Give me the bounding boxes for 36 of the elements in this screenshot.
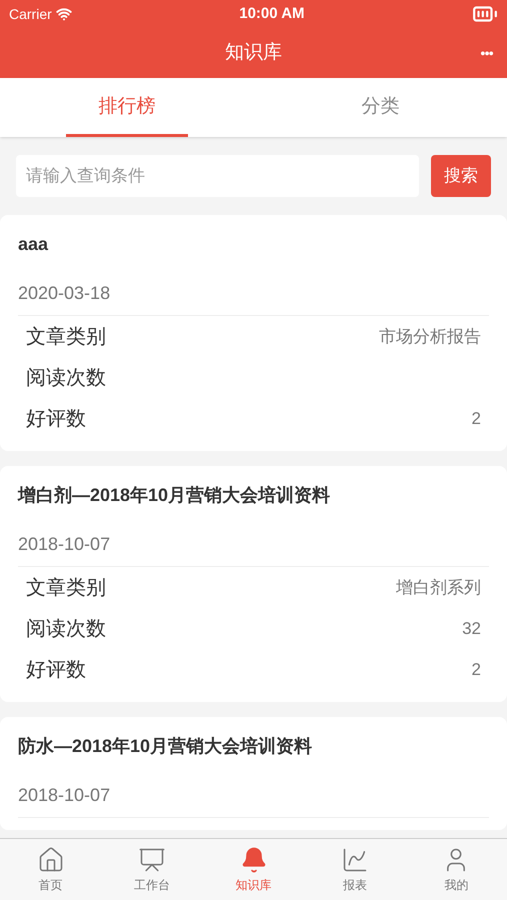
row-label: 阅读次数: [26, 616, 106, 642]
row-label: 文章类别: [26, 576, 106, 600]
tab-bar-item[interactable]: 知识库: [202, 839, 304, 900]
bell-icon: [240, 846, 268, 874]
page-title: 知识库: [225, 40, 282, 65]
more-button[interactable]: •••: [480, 42, 493, 64]
article-title: 防水—2018年10月营销大会培训资料: [18, 735, 314, 758]
search-button[interactable]: 搜索: [431, 155, 491, 197]
tab-bar-item[interactable]: 报表: [304, 839, 406, 900]
tab[interactable]: 排行榜: [0, 78, 254, 137]
article-title: 增白剂—2018年10月营销大会培训资料: [18, 484, 332, 507]
row-label: 好评数: [26, 406, 86, 432]
article-title: aaa: [18, 233, 50, 256]
article-date: 2018-10-07: [18, 531, 489, 567]
row-value: 2: [472, 658, 481, 681]
clock: 10:00 AM: [239, 4, 305, 24]
tab[interactable]: 分类: [254, 78, 507, 137]
tab-bar-item[interactable]: 首页: [0, 839, 102, 900]
tab-bar-item[interactable]: 工作台: [101, 839, 203, 900]
search-field[interactable]: 请输入查询条件: [16, 155, 419, 197]
row-value: 增白剂系列: [396, 576, 481, 599]
row-value: 2: [472, 408, 481, 430]
wifi-icon: [56, 6, 72, 22]
row-value: 32: [462, 618, 481, 640]
row-label: 文章类别: [26, 324, 106, 350]
article-card[interactable]: 防水—2018年10月营销大会培训资料 2018-10-07: [0, 717, 507, 830]
row-label: 好评数: [26, 658, 86, 682]
carrier-label: Carrier: [9, 4, 52, 24]
article-date: 2018-10-07: [18, 782, 489, 818]
article-card[interactable]: 增白剂—2018年10月营销大会培训资料 2018-10-07 文章类别 增白剂系列 阅读次数 32 好评数 2: [0, 466, 507, 702]
row-label: 阅读次数: [26, 366, 106, 390]
home-icon: [36, 846, 65, 874]
tab-bar-item[interactable]: 我的: [406, 839, 507, 900]
article-card[interactable]: aaa 2020-03-18 文章类别 市场分析报告 阅读次数 好评数 2: [0, 215, 507, 451]
row-value: 市场分析报告: [379, 326, 481, 348]
article-date: 2020-03-18: [18, 280, 489, 316]
